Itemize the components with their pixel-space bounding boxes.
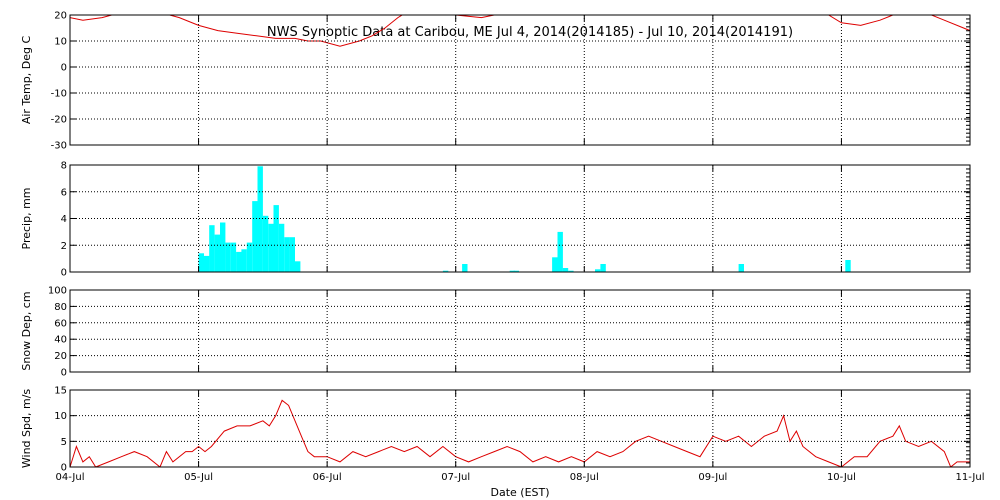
y-tick-label: 10 bbox=[54, 37, 67, 48]
x-tick-label: 04-Jul bbox=[56, 472, 85, 483]
y-tick-label: 6 bbox=[61, 187, 67, 198]
precip-bar bbox=[552, 257, 558, 272]
chart-panels: -30 -20 -10 0 10 20 Air Temp, Deg C 0 2 4 6 8 Precip… bbox=[20, 11, 984, 484]
y-tick-label: 0 bbox=[61, 268, 67, 279]
x-tick-label: 07-Jul bbox=[441, 472, 470, 483]
y-axis-title: Wind Spd, m/s bbox=[20, 389, 33, 469]
y-tick-label: 2 bbox=[61, 241, 67, 252]
precip-bar bbox=[225, 242, 231, 272]
panel-data bbox=[70, 399, 970, 467]
weather-chart: NWS Synoptic Data at Caribou, ME Jul 4, … bbox=[20, 11, 984, 500]
precip-bar bbox=[462, 264, 468, 272]
y-axis-title: Snow Dep, cm bbox=[20, 291, 33, 370]
precip-bar bbox=[241, 249, 247, 272]
precip-bar bbox=[230, 242, 237, 272]
precip-bar bbox=[278, 223, 285, 272]
precip-bar bbox=[214, 234, 220, 272]
y-tick-label: 40 bbox=[54, 335, 67, 346]
precip-bar bbox=[284, 237, 290, 272]
precip-bar bbox=[220, 222, 226, 272]
precip-bar bbox=[289, 237, 295, 272]
precip-bar bbox=[257, 166, 263, 272]
precip-bar bbox=[246, 242, 253, 272]
y-tick-label: 8 bbox=[61, 161, 67, 172]
precip-bar bbox=[562, 268, 569, 272]
precip-bar bbox=[600, 264, 606, 272]
precip-bar bbox=[273, 205, 279, 272]
y-tick-label: -20 bbox=[51, 115, 67, 126]
y-tick-label: 0 bbox=[61, 63, 67, 74]
x-tick-label: 11-Jul bbox=[956, 472, 985, 483]
y-tick-label: 80 bbox=[54, 302, 67, 313]
chart-title: NWS Synoptic Data at Caribou, ME Jul 4, … bbox=[267, 25, 793, 40]
x-tick-label: 08-Jul bbox=[570, 472, 599, 483]
x-tick-label: 05-Jul bbox=[184, 472, 213, 483]
panel-snow-depth: 0 20 40 60 80 100 Snow Dep, cm bbox=[20, 286, 971, 379]
y-tick-label: -10 bbox=[51, 89, 67, 100]
y-tick-label: -30 bbox=[51, 141, 67, 152]
y-tick-label: 60 bbox=[54, 318, 67, 329]
x-tick-label: 09-Jul bbox=[698, 472, 727, 483]
y-tick-label: 4 bbox=[61, 214, 67, 225]
precip-bar bbox=[198, 253, 204, 272]
precip-bar bbox=[845, 260, 851, 272]
precip-bar bbox=[262, 215, 269, 272]
x-axis-title: Date (EST) bbox=[490, 486, 549, 499]
x-tick-label: 10-Jul bbox=[827, 472, 856, 483]
precip-bar bbox=[236, 251, 242, 272]
panel-data bbox=[198, 166, 851, 272]
panel-wind-speed: 051015Wind Spd, m/s04-Jul 05-Jul 06-Jul 07-… bbox=[20, 386, 984, 484]
y-tick-label: 5 bbox=[61, 437, 67, 448]
precip-bar bbox=[295, 261, 301, 272]
y-axis-title: Air Temp, Deg C bbox=[20, 36, 33, 125]
y-tick-label: 0 bbox=[61, 368, 67, 379]
x-tick-label: 06-Jul bbox=[313, 472, 342, 483]
y-tick-label: 20 bbox=[54, 11, 67, 22]
panel-frame bbox=[69, 389, 971, 468]
wind-speed-line bbox=[70, 399, 970, 467]
precip-bar bbox=[557, 231, 563, 272]
precip-bar bbox=[252, 201, 258, 272]
precip-bar bbox=[209, 225, 215, 272]
precip-bar bbox=[738, 264, 744, 272]
y-tick-label: 10 bbox=[54, 411, 67, 422]
y-axis-title: Precip, mm bbox=[20, 188, 33, 250]
precip-bar bbox=[204, 255, 210, 272]
y-tick-label: 20 bbox=[54, 351, 67, 362]
panel-precip: 0 2 4 6 8 Precip, mm bbox=[20, 161, 971, 279]
precip-bar bbox=[268, 223, 274, 272]
panel-frame bbox=[69, 289, 971, 373]
y-tick-label: 100 bbox=[48, 286, 67, 297]
y-tick-label: 15 bbox=[54, 386, 67, 397]
